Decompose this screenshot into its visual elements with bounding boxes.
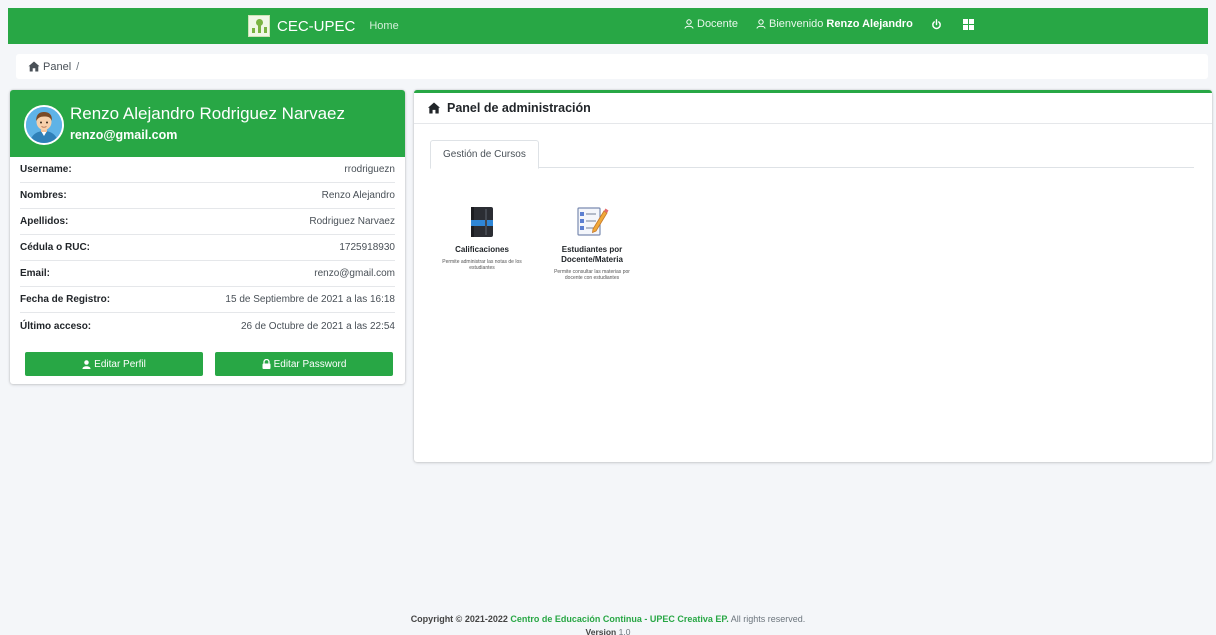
nav-user-menu[interactable]: Bienvenido Renzo Alejandro (756, 18, 913, 30)
admin-tiles: Calificaciones Permite administrar las n… (432, 199, 652, 281)
user-icon (756, 19, 766, 29)
row-value: 15 de Septiembre de 2021 a las 16:18 (225, 294, 395, 305)
nav-docente-label: Docente (697, 18, 738, 30)
edit-profile-button[interactable]: Editar Perfil (25, 352, 203, 376)
admin-panel-header: Panel de administración (414, 93, 1212, 124)
top-navbar: CEC-UPEC Home Docente Bienvenido Renzo A… (8, 8, 1208, 44)
apps-menu-button[interactable] (962, 18, 977, 30)
profile-details: Username: rrodriguezn Nombres: Renzo Aleja… (10, 157, 405, 339)
row-label: Último acceso: (20, 320, 92, 332)
logout-button[interactable] (931, 18, 945, 30)
nav-welcome-label: Bienvenido (768, 18, 824, 30)
nav-right: Docente Bienvenido Renzo Alejandro (684, 18, 995, 30)
row-label: Cédula o RUC: (20, 242, 90, 253)
breadcrumb: Panel / (16, 54, 1208, 79)
notebook-icon (471, 207, 493, 237)
brand-name[interactable]: CEC-UPEC (277, 18, 355, 35)
row-label: Apellidos: (20, 216, 69, 227)
row-value: 1725918930 (339, 242, 395, 253)
tab-gestion-cursos[interactable]: Gestión de Cursos (430, 140, 539, 169)
edit-password-button[interactable]: Editar Password (215, 352, 393, 376)
admin-panel-title: Panel de administración (447, 101, 591, 115)
row-value: rrodriguezn (344, 164, 395, 175)
footer-copyright: Copyright © 2021-2022 (410, 614, 508, 624)
power-icon (931, 18, 941, 29)
profile-card: Renzo Alejandro Rodriguez Narvaez renzo@… (10, 90, 405, 384)
lock-icon (262, 359, 271, 369)
profile-name: Renzo Alejandro Rodriguez Narvaez (70, 104, 345, 123)
profile-email: renzo@gmail.com (70, 128, 178, 142)
row-label: Email: (20, 268, 51, 279)
profile-row-apellidos: Apellidos: Rodriguez Narvaez (20, 209, 395, 235)
row-label: Fecha de Registro: (20, 294, 111, 305)
home-icon (28, 61, 40, 72)
breadcrumb-panel[interactable]: Panel (43, 61, 71, 73)
profile-actions: Editar Perfil Editar Password (25, 352, 393, 376)
profile-row-username: Username: rrodriguezn (20, 157, 395, 183)
row-value: 26 de Octubre de 2021 a las 22:54 (240, 320, 395, 332)
admin-panel: Panel de administración Gestión de Curso… (414, 90, 1212, 462)
user-icon (684, 19, 694, 29)
tile-title: Estudiantes por Docente/Materia (561, 245, 623, 264)
tile-description: Permite consultar las materias por docen… (554, 269, 630, 281)
tile-estudiantes-docente-materia[interactable]: Estudiantes por Docente/Materia Permite … (542, 199, 642, 281)
tile-title: Calificaciones (455, 245, 509, 254)
nav-home-link[interactable]: Home (369, 20, 398, 32)
grid-icon (962, 18, 974, 30)
profile-row-ultimo-acceso: Último acceso: 26 de Octubre de 2021 a la… (20, 313, 395, 339)
logo-icon (248, 15, 270, 37)
breadcrumb-separator: / (76, 60, 80, 73)
footer-version: Version 1.0 (0, 627, 1216, 635)
profile-row-cedula: Cédula o RUC: 1725918930 (20, 235, 395, 261)
tile-description: Permite administrar las notas de los est… (442, 259, 522, 271)
footer-org-link[interactable]: Centro de Educación Continua - UPEC Crea… (510, 614, 728, 624)
profile-header: Renzo Alejandro Rodriguez Narvaez renzo@… (10, 90, 405, 157)
user-icon (82, 359, 91, 369)
home-icon (428, 102, 440, 114)
row-value: renzo@gmail.com (314, 268, 395, 279)
brand[interactable]: CEC-UPEC Home (248, 14, 399, 38)
version-label: Version (585, 627, 617, 635)
row-label: Username: (20, 164, 72, 175)
nav-docente-link[interactable]: Docente (684, 18, 738, 30)
row-value: Renzo Alejandro (321, 190, 395, 201)
tile-calificaciones[interactable]: Calificaciones Permite administrar las n… (432, 199, 532, 281)
row-label: Nombres: (20, 190, 67, 201)
avatar (24, 105, 64, 145)
footer-rights: All rights reserved. (730, 614, 806, 624)
footer: Copyright © 2021-2022 Centro de Educació… (0, 614, 1216, 624)
profile-row-registro: Fecha de Registro: 15 de Septiembre de 20… (20, 287, 395, 313)
row-value: Rodriguez Narvaez (309, 216, 395, 227)
profile-row-email: Email: renzo@gmail.com (20, 261, 395, 287)
checklist-icon (577, 207, 609, 236)
edit-profile-label: Editar Perfil (94, 358, 146, 370)
admin-tabs: Gestión de Cursos (430, 138, 1194, 169)
nav-user-name: Renzo Alejandro (826, 18, 913, 30)
version-number: 1.0 (618, 627, 631, 635)
profile-row-nombres: Nombres: Renzo Alejandro (20, 183, 395, 209)
edit-password-label: Editar Password (273, 358, 347, 370)
